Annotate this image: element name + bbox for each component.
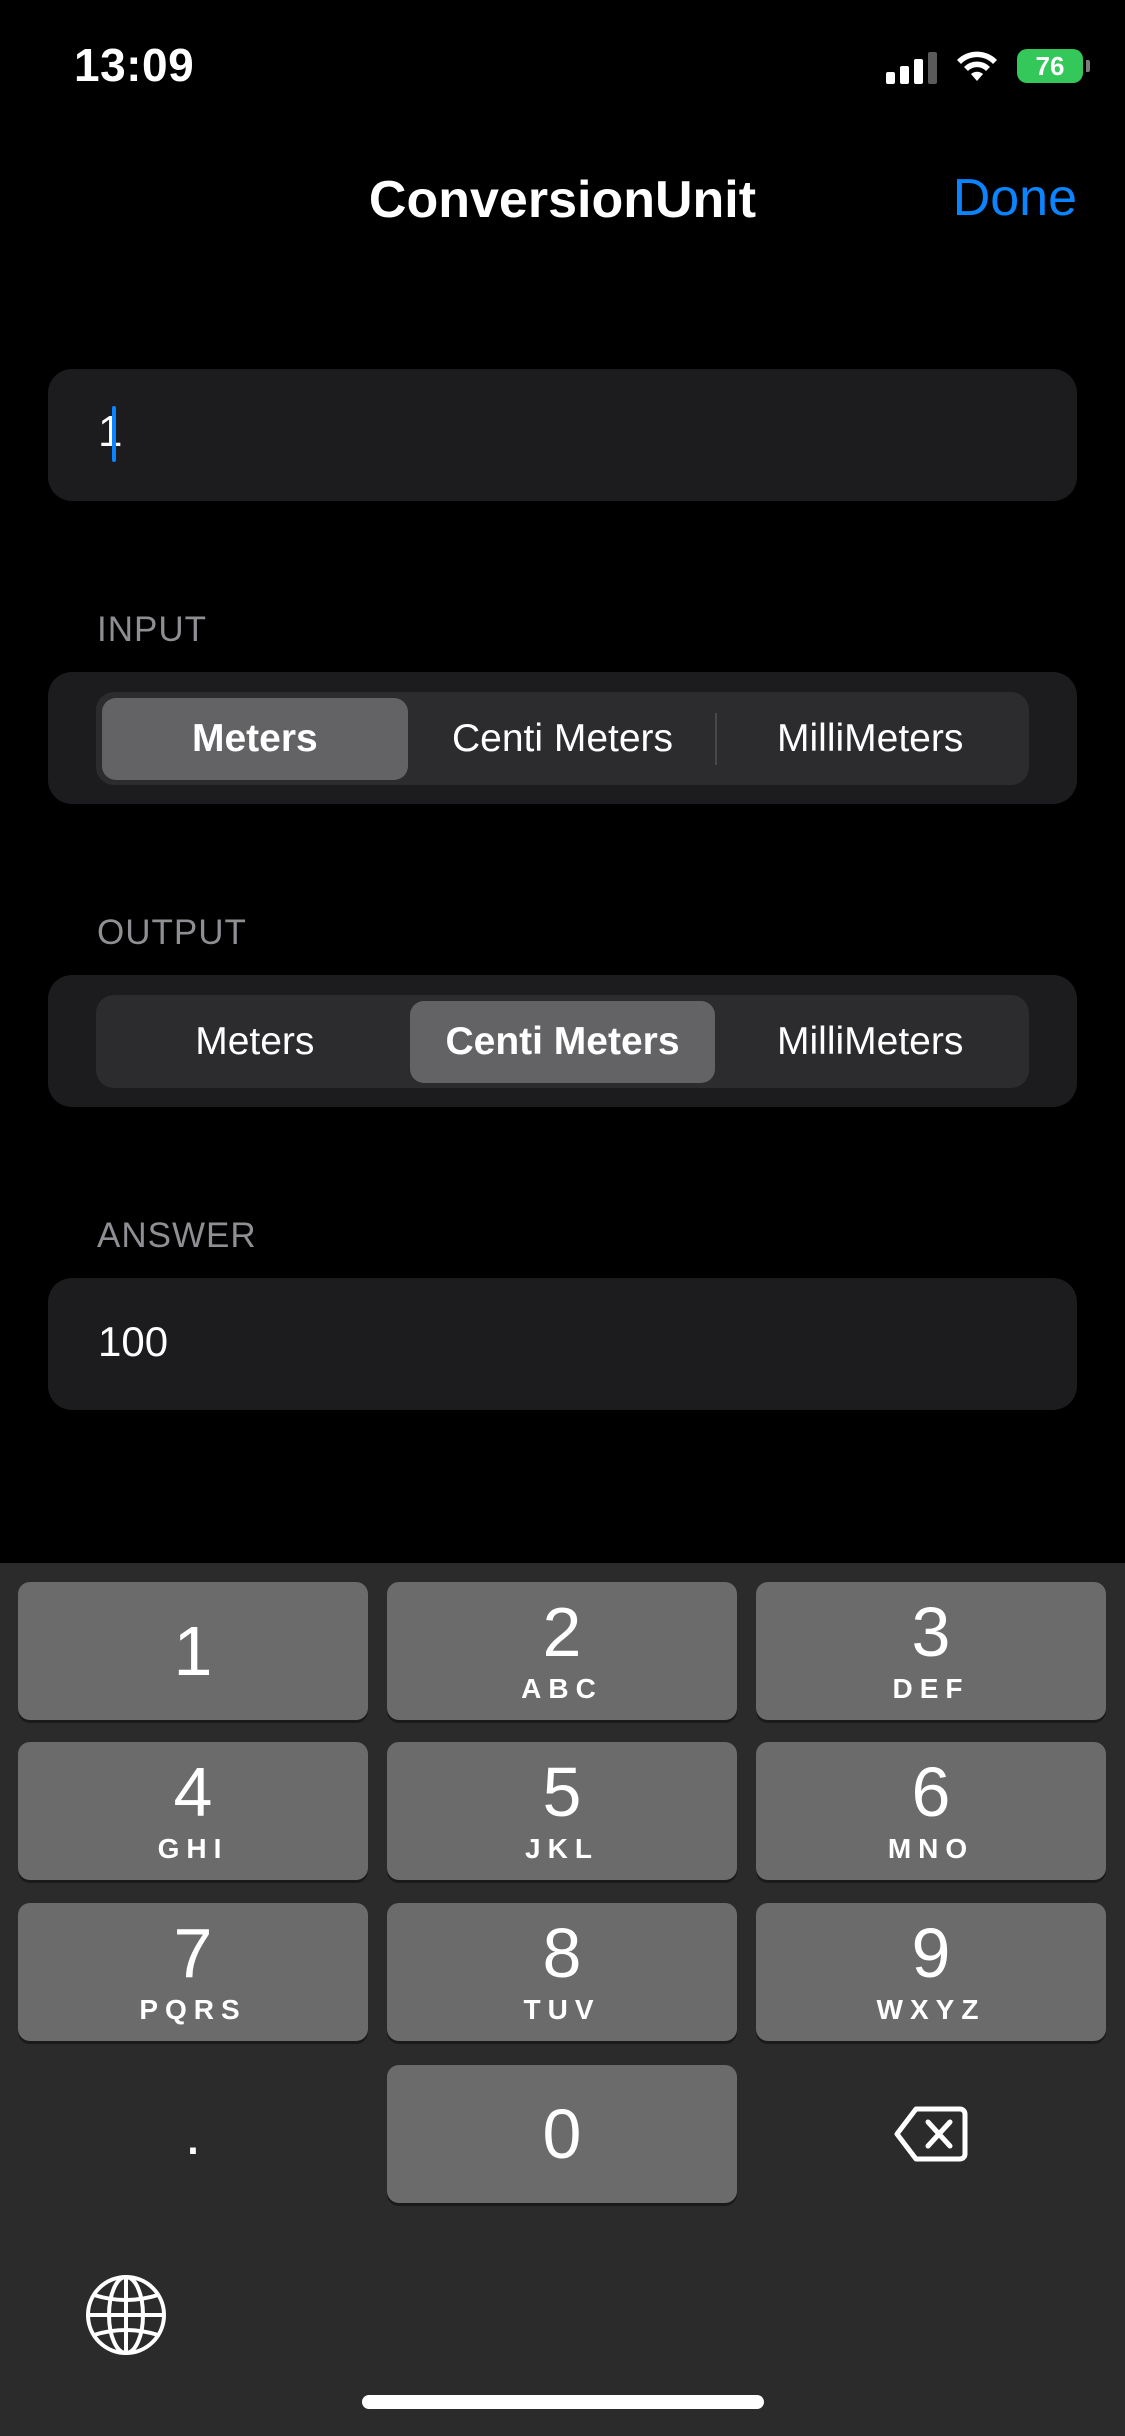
- key-number: 6: [911, 1753, 951, 1831]
- output-segment-meters[interactable]: Meters: [102, 1001, 408, 1083]
- key-decimal[interactable]: .: [18, 2065, 368, 2203]
- key-0[interactable]: 0: [387, 2065, 737, 2203]
- key-number: 3: [911, 1593, 951, 1671]
- input-segment-millimeters[interactable]: MilliMeters: [717, 698, 1023, 780]
- key-number: 7: [173, 1914, 213, 1992]
- key-letters: WXYZ: [876, 1994, 986, 2025]
- key-number: 2: [542, 1593, 582, 1671]
- output-unit-card: Meters Centi Meters MilliMeters: [48, 975, 1077, 1107]
- globe-icon[interactable]: [84, 2273, 168, 2357]
- key-letters: TUV: [523, 1994, 601, 2025]
- done-button[interactable]: Done: [953, 168, 1077, 228]
- key-number: 5: [542, 1753, 582, 1831]
- key-5[interactable]: 5 JKL: [387, 1742, 737, 1880]
- input-unit-card: Meters Centi Meters MilliMeters: [48, 672, 1077, 804]
- value-input-text: 1: [98, 407, 123, 456]
- value-input-field[interactable]: 1: [48, 369, 1077, 501]
- key-letters: JKL: [525, 1833, 599, 1864]
- key-letters: ABC: [521, 1673, 603, 1704]
- key-letters: DEF: [892, 1673, 970, 1704]
- key-number: 1: [173, 1612, 213, 1690]
- status-time: 13:09: [74, 39, 195, 91]
- input-section-label: INPUT: [97, 610, 207, 649]
- key-3[interactable]: 3 DEF: [756, 1582, 1106, 1720]
- key-9[interactable]: 9 WXYZ: [756, 1903, 1106, 2041]
- key-letters: PQRS: [139, 1994, 247, 2025]
- screen: 13:09 76 ConversionUnit Done 1 INPUT Met…: [0, 0, 1125, 2436]
- key-letters: MNO: [887, 1833, 975, 1864]
- answer-value: 100: [98, 1318, 169, 1365]
- battery-icon: 76: [1017, 49, 1090, 83]
- numeric-keypad: 1 2 ABC 3 DEF 4 GHI 5 JKL 6 MNO 7 PQRS 8…: [0, 1563, 1125, 2436]
- key-1[interactable]: 1: [18, 1582, 368, 1720]
- key-number: 9: [911, 1914, 951, 1992]
- cellular-signal-icon: [886, 48, 937, 84]
- key-number: 0: [542, 2095, 582, 2173]
- status-icons: 76: [886, 48, 1090, 84]
- delete-key[interactable]: [756, 2065, 1106, 2203]
- key-number: 8: [542, 1914, 582, 1992]
- decimal-point: .: [184, 2100, 202, 2167]
- key-letters: GHI: [157, 1833, 229, 1864]
- home-indicator[interactable]: [362, 2395, 764, 2409]
- output-segment-centimeters[interactable]: Centi Meters: [409, 1000, 716, 1083]
- wifi-icon: [957, 51, 997, 81]
- output-unit-segmented-control: Meters Centi Meters MilliMeters: [96, 995, 1029, 1088]
- key-8[interactable]: 8 TUV: [387, 1903, 737, 2041]
- battery-level: 76: [1035, 50, 1065, 81]
- output-segment-millimeters[interactable]: MilliMeters: [717, 1001, 1023, 1083]
- text-cursor: [112, 406, 116, 462]
- answer-section-label: ANSWER: [97, 1216, 257, 1255]
- key-7[interactable]: 7 PQRS: [18, 1903, 368, 2041]
- output-section-label: OUTPUT: [97, 913, 247, 952]
- key-number: 4: [173, 1753, 213, 1831]
- input-unit-segmented-control: Meters Centi Meters MilliMeters: [96, 692, 1029, 785]
- input-segment-meters[interactable]: Meters: [102, 697, 408, 780]
- input-segment-centimeters[interactable]: Centi Meters: [410, 698, 716, 780]
- key-6[interactable]: 6 MNO: [756, 1742, 1106, 1880]
- backspace-icon: [894, 2106, 968, 2162]
- key-2[interactable]: 2 ABC: [387, 1582, 737, 1720]
- key-4[interactable]: 4 GHI: [18, 1742, 368, 1880]
- answer-field: 100: [48, 1278, 1077, 1410]
